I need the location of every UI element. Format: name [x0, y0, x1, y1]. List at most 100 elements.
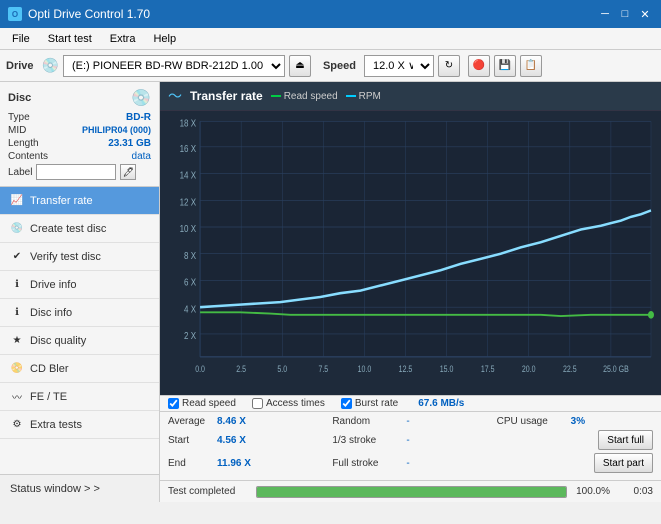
app-icon: O — [8, 7, 22, 21]
stats-bar: Average 8.46 X Random - CPU usage 3% Sta… — [160, 411, 661, 480]
minimize-button[interactable]: ─ — [597, 6, 613, 22]
svg-text:22.5: 22.5 — [563, 364, 577, 374]
progress-track — [256, 486, 567, 498]
cpu-group: CPU usage 3% — [497, 416, 653, 427]
burst-rate-checkbox-label[interactable]: Burst rate — [341, 398, 398, 409]
transfer-rate-icon: 📈 — [10, 194, 24, 208]
nav-cd-bler[interactable]: 📀 CD Bler — [0, 355, 159, 383]
contents-label: Contents — [8, 151, 48, 162]
legend-read-speed-label: Read speed — [284, 91, 338, 102]
end-label: End — [168, 458, 213, 469]
stats-row-1: Average 8.46 X Random - CPU usage 3% — [168, 416, 653, 427]
mid-label: MID — [8, 125, 26, 136]
average-value: 8.46 X — [217, 416, 257, 427]
svg-text:25.0 GB: 25.0 GB — [603, 364, 629, 374]
legend-rpm-color — [346, 95, 356, 97]
drive-info-icon: ℹ — [10, 278, 24, 292]
read-speed-checkbox-label[interactable]: Read speed — [168, 398, 236, 409]
progress-percent: 100.0% — [575, 486, 610, 497]
main-content: Disc 💿 Type BD-R MID PHILIPR04 (000) Len… — [0, 82, 661, 502]
stroke-group: 1/3 stroke - — [332, 430, 488, 450]
random-value: - — [406, 416, 426, 427]
sidebar: Disc 💿 Type BD-R MID PHILIPR04 (000) Len… — [0, 82, 160, 502]
full-stroke-label: Full stroke — [332, 458, 402, 469]
nav-create-test-disc[interactable]: 💿 Create test disc — [0, 215, 159, 243]
menu-file[interactable]: File — [4, 31, 38, 47]
status-window-label: Status window > > — [10, 483, 100, 495]
cpu-value: 3% — [571, 416, 611, 427]
menu-extra[interactable]: Extra — [102, 31, 144, 47]
svg-text:15.0: 15.0 — [440, 364, 454, 374]
svg-text:10.0: 10.0 — [358, 364, 372, 374]
speed-select[interactable]: 12.0 X ∨ — [364, 55, 434, 77]
random-label: Random — [332, 416, 402, 427]
menu-help[interactable]: Help — [145, 31, 184, 47]
svg-text:12 X: 12 X — [180, 196, 196, 207]
nav-cd-bler-label: CD Bler — [30, 363, 69, 375]
progress-time: 0:03 — [618, 486, 653, 497]
label-input[interactable] — [36, 164, 116, 180]
app-title: Opti Drive Control 1.70 — [28, 7, 150, 21]
type-label: Type — [8, 112, 30, 123]
nav-drive-info[interactable]: ℹ Drive info — [0, 271, 159, 299]
start-part-button[interactable]: Start part — [594, 453, 653, 473]
start-group: Start 4.56 X — [168, 430, 324, 450]
nav-disc-info-label: Disc info — [30, 307, 72, 319]
nav-disc-quality[interactable]: ★ Disc quality — [0, 327, 159, 355]
nav-verify-test-disc[interactable]: ✔ Verify test disc — [0, 243, 159, 271]
read-speed-checkbox[interactable] — [168, 398, 179, 409]
start-full-button[interactable]: Start full — [598, 430, 653, 450]
label-button[interactable]: 🖊 — [120, 164, 136, 180]
full-stroke-value: - — [406, 458, 426, 469]
access-times-checkbox-label[interactable]: Access times — [252, 398, 325, 409]
eject-button[interactable]: ⏏ — [289, 55, 311, 77]
nav-create-test-disc-label: Create test disc — [30, 223, 106, 235]
burst-rate-checkbox-text: Burst rate — [355, 398, 398, 409]
label-label: Label — [8, 167, 32, 178]
chart-area: 18 X 16 X 14 X 12 X 10 X 8 X 6 X 4 X 2 X… — [160, 111, 661, 395]
drive-icon: 💿 — [42, 57, 59, 74]
window-controls: ─ □ ✕ — [597, 6, 653, 22]
svg-text:8 X: 8 X — [184, 250, 196, 261]
access-times-checkbox-text: Access times — [266, 398, 325, 409]
settings-button-2[interactable]: 💾 — [494, 55, 516, 77]
nav-transfer-rate[interactable]: 📈 Transfer rate — [0, 187, 159, 215]
nav-extra-tests[interactable]: ⚙ Extra tests — [0, 411, 159, 439]
svg-text:2.5: 2.5 — [236, 364, 246, 374]
legend-rpm-label: RPM — [359, 91, 381, 102]
svg-text:2 X: 2 X — [184, 330, 196, 341]
status-window-button[interactable]: Status window > > — [0, 474, 159, 502]
settings-button-1[interactable]: 🔴 — [468, 55, 490, 77]
maximize-button[interactable]: □ — [617, 6, 633, 22]
close-button[interactable]: ✕ — [637, 6, 653, 22]
disc-quality-icon: ★ — [10, 334, 24, 348]
nav-verify-test-disc-label: Verify test disc — [30, 251, 101, 263]
svg-text:16 X: 16 X — [180, 143, 196, 154]
length-label: Length — [8, 138, 39, 149]
disc-icon: 💿 — [131, 88, 151, 108]
average-label: Average — [168, 416, 213, 427]
legend-read-speed: Read speed — [271, 91, 338, 102]
nav-disc-info[interactable]: ℹ Disc info — [0, 299, 159, 327]
nav-fe-te[interactable]: 〰 FE / TE — [0, 383, 159, 411]
start-label: Start — [168, 435, 213, 446]
svg-text:12.5: 12.5 — [399, 364, 413, 374]
nav-drive-info-label: Drive info — [30, 279, 76, 291]
stroke-value: - — [406, 435, 426, 446]
drive-select[interactable]: (E:) PIONEER BD-RW BDR-212D 1.00 — [63, 55, 285, 77]
refresh-speed-button[interactable]: ↻ — [438, 55, 460, 77]
speed-label: Speed — [323, 60, 356, 72]
access-times-checkbox[interactable] — [252, 398, 263, 409]
drive-label: Drive — [6, 60, 34, 72]
progress-fill — [257, 487, 566, 497]
length-value: 23.31 GB — [108, 138, 151, 149]
cd-bler-icon: 📀 — [10, 362, 24, 376]
menu-start-test[interactable]: Start test — [40, 31, 100, 47]
settings-button-3[interactable]: 📋 — [520, 55, 542, 77]
nav-disc-quality-label: Disc quality — [30, 335, 86, 347]
svg-text:0.0: 0.0 — [195, 364, 205, 374]
stats-row-3: End 11.96 X Full stroke - Start part — [168, 453, 653, 473]
burst-rate-checkbox[interactable] — [341, 398, 352, 409]
type-value: BD-R — [126, 112, 151, 123]
full-stroke-group: Full stroke - — [332, 453, 488, 473]
